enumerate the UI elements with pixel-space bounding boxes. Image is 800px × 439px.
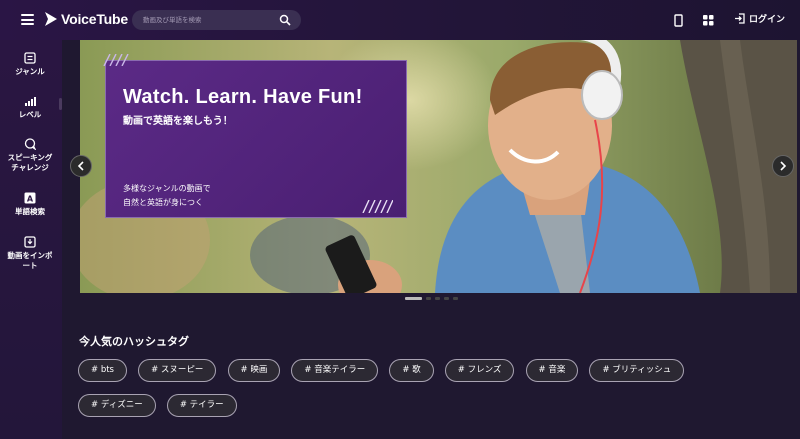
promo-banner[interactable]: Watch. Learn. Have Fun! 動画で英語を楽しもう！ 多様なジ… — [103, 54, 407, 218]
hashtag-chip[interactable]: # 歌 — [389, 359, 434, 382]
decorative-slashes-icon — [362, 200, 393, 213]
login-icon — [735, 13, 745, 24]
sidebar-item-import-video[interactable]: 動画をインポ ート — [0, 236, 60, 271]
carousel-dot[interactable] — [453, 297, 458, 300]
sidebar-item-level[interactable]: レベル — [0, 95, 60, 120]
login-label: ログイン — [749, 15, 786, 25]
hashtag-chip[interactable]: # 音楽 — [525, 359, 579, 382]
hashtag-chip[interactable]: # ブリティッシュ — [589, 359, 685, 382]
carousel-dot[interactable] — [405, 297, 422, 300]
logo-text: VoiceTube — [61, 11, 128, 27]
search-bar — [132, 10, 301, 30]
hashtag-chip[interactable]: # 映画 — [227, 359, 281, 382]
search-icon[interactable] — [279, 14, 291, 26]
hero-carousel[interactable]: Watch. Learn. Have Fun! 動画で英語を楽しもう！ 多様なジ… — [80, 40, 797, 293]
sidebar-item-label: レベル — [18, 110, 42, 119]
genre-icon — [24, 52, 36, 64]
svg-text:A: A — [27, 195, 34, 204]
sidebar-item-label: チャレンジ — [11, 163, 49, 172]
speech-bubble-icon — [24, 138, 36, 150]
level-bars-icon — [25, 97, 36, 106]
top-bar: VoiceTube ログイン — [0, 0, 800, 40]
chevron-right-icon — [780, 161, 787, 171]
menu-icon[interactable] — [21, 14, 34, 25]
sidebar-item-label: スピーキング — [7, 153, 53, 162]
search-input[interactable] — [143, 16, 273, 24]
logo[interactable]: VoiceTube — [44, 11, 128, 27]
login-button[interactable]: ログイン — [734, 12, 785, 25]
sidebar-item-word-search[interactable]: A 単語検索 — [0, 192, 60, 217]
carousel-prev-button[interactable] — [70, 155, 92, 177]
apps-grid-icon[interactable] — [700, 12, 716, 28]
carousel-dot[interactable] — [444, 297, 449, 300]
sidebar-item-speaking-challenge[interactable]: スピーキング チャレンジ — [0, 138, 60, 173]
chevron-left-icon — [77, 161, 84, 171]
hashtag-chip[interactable]: # bts — [78, 359, 127, 382]
dictionary-icon: A — [24, 192, 36, 204]
hashtags-title: 今人気のハッシュタグ — [79, 335, 189, 348]
hashtag-chip[interactable]: # 音楽テイラー — [291, 359, 379, 382]
hashtag-list: # bts # スヌーピー # 映画 # 音楽テイラー # 歌 # フレンズ #… — [78, 357, 758, 427]
carousel-dot[interactable] — [435, 297, 440, 300]
carousel-indicators — [405, 297, 458, 300]
carousel-next-button[interactable] — [772, 155, 794, 177]
hashtag-chip[interactable]: # フレンズ — [444, 359, 515, 382]
sidebar: ジャンル レベル スピーキング チャレンジ A 単語検索 動画をインポ ート — [0, 40, 62, 439]
sidebar-item-label: ート — [22, 261, 38, 270]
sidebar-item-label: ジャンル — [15, 67, 45, 76]
mobile-app-icon[interactable] — [670, 12, 686, 28]
import-icon — [24, 236, 36, 248]
hashtag-chip[interactable]: # スヌーピー — [138, 359, 217, 382]
sidebar-item-label: 単語検索 — [15, 207, 45, 216]
hero-description-line: 多様なジャンルの動画で — [123, 184, 211, 193]
hero-subtitle: 動画で英語を楽しもう！ — [123, 116, 233, 127]
carousel-dot[interactable] — [426, 297, 431, 300]
voicetube-logo-icon — [45, 12, 57, 26]
hashtag-chip[interactable]: # ディズニー — [78, 394, 156, 417]
sidebar-item-label: 動画をインポ — [7, 251, 53, 260]
hero-title: Watch. Learn. Have Fun! — [123, 86, 363, 108]
hero-description-line: 自然と英語が身につく — [123, 198, 203, 207]
hero-description: 多様なジャンルの動画で 自然と英語が身につく — [123, 182, 211, 210]
sidebar-item-genre[interactable]: ジャンル — [0, 52, 60, 77]
decorative-slashes-icon — [103, 54, 129, 66]
hashtag-chip[interactable]: # テイラー — [166, 394, 237, 417]
